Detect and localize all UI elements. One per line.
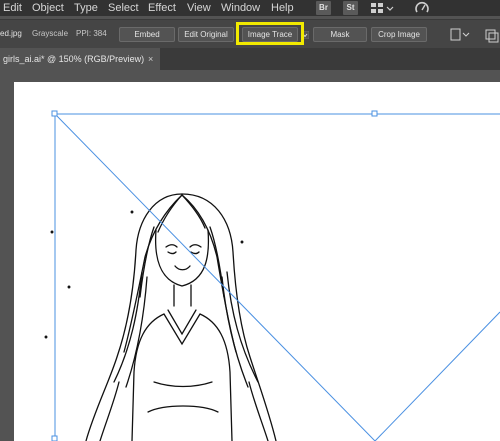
bridge-button[interactable]: Br (316, 1, 331, 15)
document-tab-bar: girls_ai.ai* @ 150% (RGB/Preview) × (0, 48, 500, 70)
ppi-label: PPI: 384 (76, 29, 107, 38)
girl-illustration (44, 193, 277, 441)
control-bar: ed.jpg Grayscale PPI: 384 Embed Edit Ori… (0, 19, 500, 49)
edit-original-button[interactable]: Edit Original (178, 27, 234, 42)
selection-bounding-box (54, 113, 500, 441)
menu-edit[interactable]: Edit (3, 1, 22, 15)
crop-image-button[interactable]: Crop Image (371, 27, 427, 42)
menu-view[interactable]: View (187, 1, 211, 15)
menu-effect[interactable]: Effect (148, 1, 176, 15)
transform-options-icon[interactable] (484, 27, 500, 43)
workspace-grid-icon[interactable] (370, 1, 394, 15)
canvas-area[interactable] (0, 70, 500, 441)
embed-button[interactable]: Embed (119, 27, 175, 42)
mask-button[interactable]: Mask (313, 27, 367, 42)
menu-window[interactable]: Window (221, 1, 260, 15)
placed-image[interactable] (14, 82, 500, 441)
menu-object[interactable]: Object (32, 1, 64, 15)
align-options-icon[interactable] (448, 27, 474, 43)
document-tab[interactable]: girls_ai.ai* @ 150% (RGB/Preview) × (0, 48, 160, 70)
menu-select[interactable]: Select (108, 1, 139, 15)
menu-help[interactable]: Help (271, 1, 294, 15)
color-mode-label: Grayscale (32, 29, 69, 38)
document-tab-title: girls_ai.ai* @ 150% (RGB/Preview) (3, 54, 145, 64)
stock-button[interactable]: St (343, 1, 358, 15)
artboard[interactable] (14, 82, 500, 441)
linked-file-name[interactable]: ed.jpg (0, 29, 22, 39)
image-trace-button[interactable]: Image Trace (242, 27, 298, 42)
menu-bar: Edit Object Type Select Effect View Wind… (0, 0, 500, 16)
close-tab-icon[interactable]: × (148, 48, 153, 70)
gpu-performance-icon[interactable] (414, 1, 430, 15)
menu-type[interactable]: Type (74, 1, 98, 15)
image-trace-dropdown-icon[interactable] (301, 31, 309, 39)
